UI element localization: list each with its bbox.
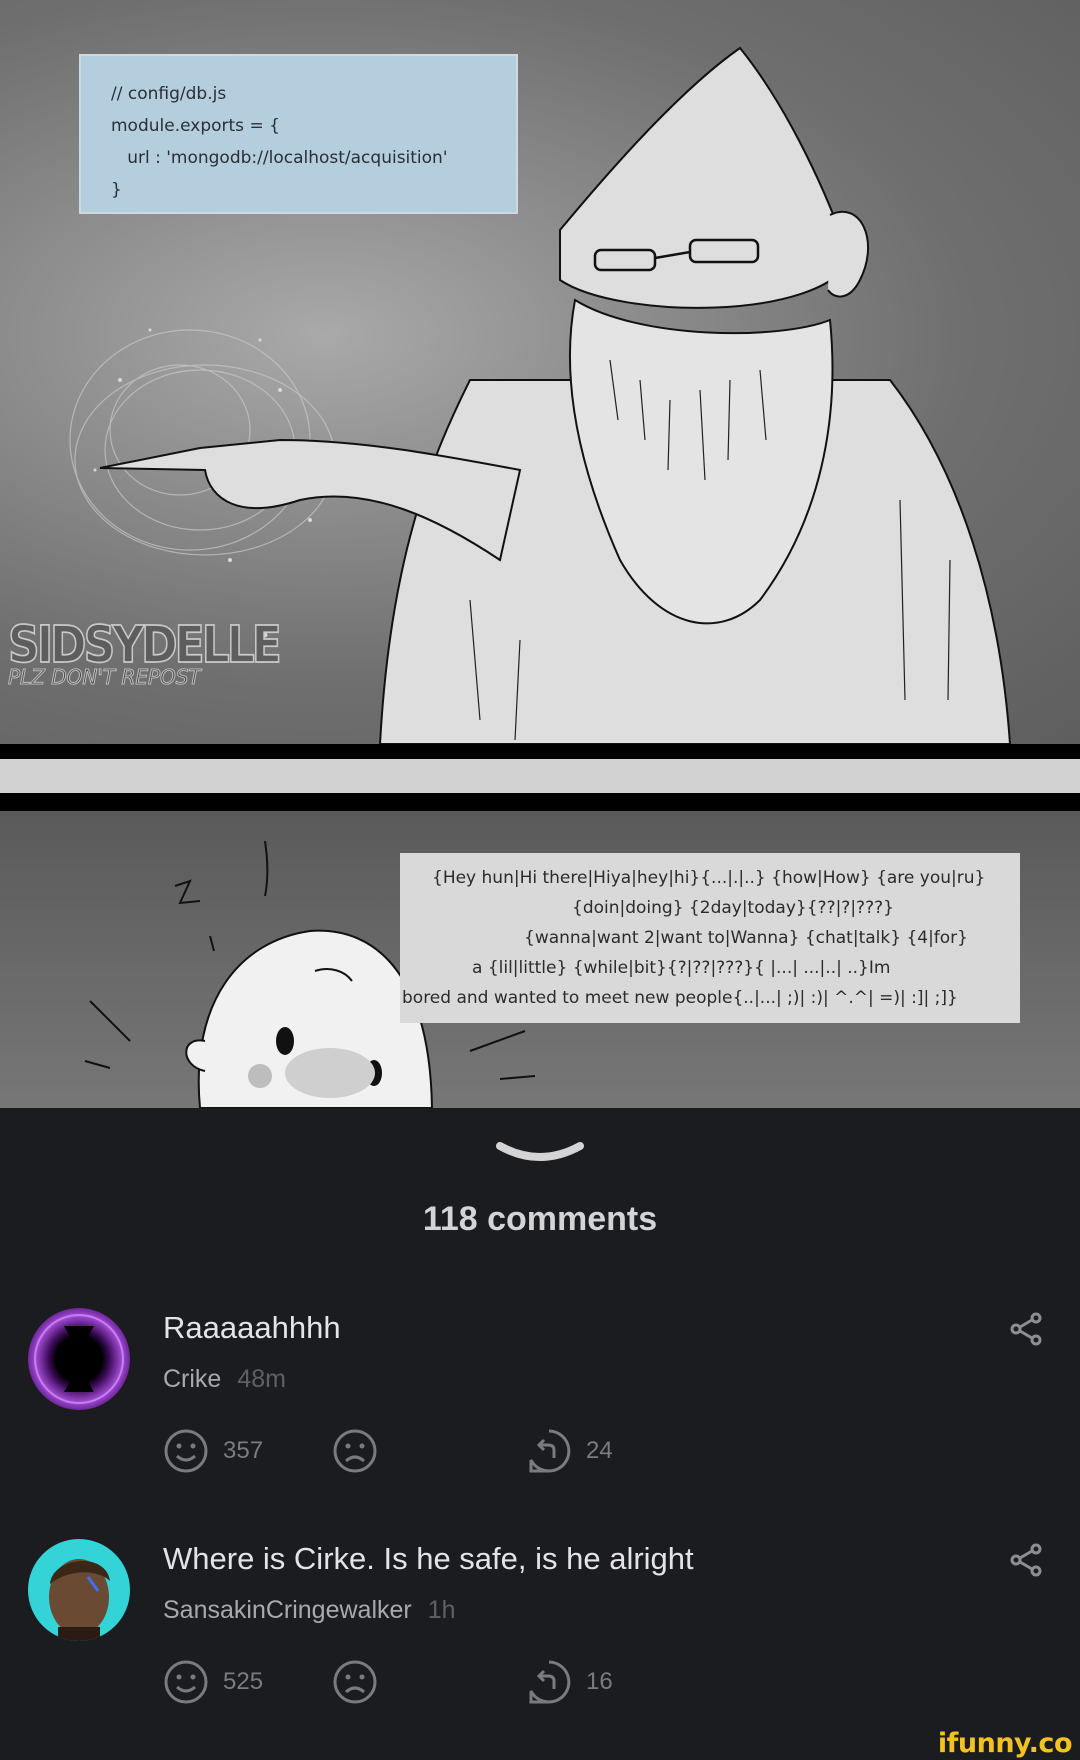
comic-panel-wizard: // config/db.js module.exports = { url :… bbox=[0, 0, 1080, 744]
comment-author-line: Crike 48m bbox=[163, 1365, 286, 1394]
share-icon[interactable] bbox=[1010, 1312, 1044, 1346]
reply-button[interactable]: 16 bbox=[526, 1659, 613, 1705]
smile-icon bbox=[164, 1660, 208, 1704]
avatar[interactable] bbox=[28, 1539, 130, 1641]
code-line: module.exports = { bbox=[111, 116, 280, 136]
reply-icon bbox=[529, 1660, 571, 1704]
note-line: bored and wanted to meet new people{..|.… bbox=[402, 988, 958, 1008]
comment-time: 1h bbox=[427, 1596, 456, 1624]
unsmile-icon bbox=[333, 1429, 377, 1473]
reply-count: 16 bbox=[586, 1668, 613, 1695]
comment-time: 48m bbox=[237, 1365, 286, 1393]
note-line: {Hey hun|Hi there|Hiya|hey|hi}{...|.|..}… bbox=[432, 868, 986, 888]
comic-panel-character: {Hey hun|Hi there|Hiya|hey|hi}{...|.|..}… bbox=[0, 811, 1080, 1108]
ifunny-logo: ifunny.co bbox=[937, 1728, 1073, 1759]
comment-author-line: SansakinCringewalker 1h bbox=[163, 1596, 456, 1625]
smile-icon bbox=[164, 1429, 208, 1473]
smile-button[interactable]: 525 bbox=[163, 1659, 263, 1705]
unsmile-icon bbox=[333, 1660, 377, 1704]
code-line: url : 'mongodb://localhost/acquisition' bbox=[111, 148, 448, 168]
comment-text: Raaaaahhhh bbox=[163, 1310, 341, 1345]
note-line: {doin|doing} {2day|today}{??|?|???} bbox=[572, 898, 894, 918]
share-icon[interactable] bbox=[1010, 1543, 1044, 1577]
chevron-down-icon[interactable] bbox=[494, 1138, 586, 1170]
smile-button[interactable]: 357 bbox=[163, 1428, 263, 1474]
reply-button[interactable]: 24 bbox=[526, 1428, 613, 1474]
unsmile-button[interactable] bbox=[332, 1428, 378, 1474]
spam-text-note: {Hey hun|Hi there|Hiya|hey|hi}{...|.|..}… bbox=[400, 853, 1020, 1023]
unsmile-button[interactable] bbox=[332, 1659, 378, 1705]
smile-count: 357 bbox=[223, 1437, 264, 1464]
code-note: // config/db.js module.exports = { url :… bbox=[79, 54, 518, 214]
note-line: {wanna|want 2|want to|Wanna} {chat|talk}… bbox=[524, 928, 968, 948]
smile-count: 525 bbox=[223, 1668, 264, 1695]
watermark-name: SIDSYDELLE bbox=[7, 615, 282, 675]
panel-separator-band bbox=[0, 759, 1080, 793]
comment-author[interactable]: Crike bbox=[163, 1365, 221, 1393]
reply-icon bbox=[529, 1429, 571, 1473]
reply-count: 24 bbox=[586, 1437, 613, 1464]
avatar-portal-icon bbox=[34, 1314, 124, 1404]
artist-watermark: SIDSYDELLE PLZ DON'T REPOST bbox=[7, 615, 282, 689]
avatar[interactable] bbox=[28, 1308, 130, 1410]
comment-author[interactable]: SansakinCringewalker bbox=[163, 1596, 412, 1624]
comments-count: 118 comments bbox=[422, 1200, 658, 1238]
avatar-portrait-icon bbox=[49, 1559, 110, 1641]
code-line: } bbox=[111, 180, 122, 200]
note-line: a {lil|little} {while|bit}{?|??|???}{ |.… bbox=[472, 958, 891, 978]
comment-text: Where is Cirke. Is he safe, is he alrigh… bbox=[163, 1541, 694, 1576]
code-line: // config/db.js bbox=[111, 84, 227, 104]
